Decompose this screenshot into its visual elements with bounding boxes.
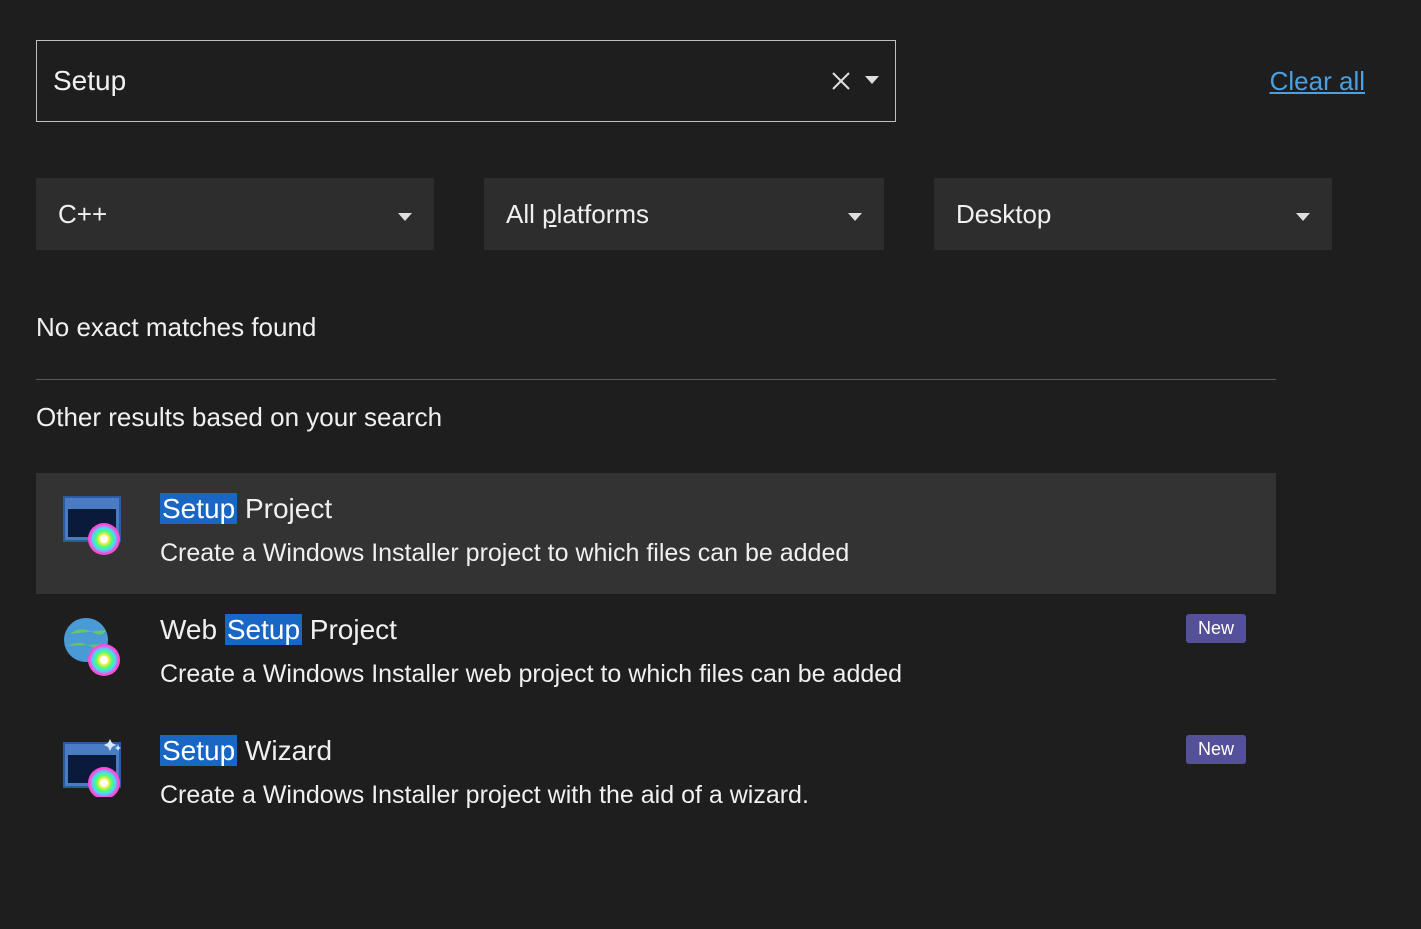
result-item-setup-wizard[interactable]: Setup Wizard Create a Windows Installer … — [36, 715, 1276, 836]
filter-platform[interactable]: All platforms — [484, 178, 884, 250]
chevron-down-icon — [398, 199, 412, 230]
installer-icon — [62, 495, 122, 555]
chevron-down-icon — [848, 199, 862, 230]
result-item-setup-project[interactable]: Setup Project Create a Windows Installer… — [36, 473, 1276, 594]
filter-project-type-label: Desktop — [956, 199, 1051, 230]
search-input[interactable] — [53, 65, 831, 97]
clear-search-icon[interactable] — [831, 71, 851, 91]
search-box[interactable] — [36, 40, 896, 122]
filter-project-type[interactable]: Desktop — [934, 178, 1332, 250]
new-badge: New — [1186, 735, 1246, 764]
web-installer-icon — [62, 616, 122, 676]
result-description: Create a Windows Installer web project t… — [160, 660, 1250, 689]
other-results-label: Other results based on your search — [36, 402, 1385, 433]
results-list: Setup Project Create a Windows Installer… — [36, 473, 1276, 836]
search-dropdown-icon[interactable] — [865, 76, 879, 86]
result-title: Setup Wizard — [160, 735, 1250, 767]
wizard-installer-icon — [62, 737, 122, 797]
clear-all-text: lear all — [1288, 66, 1365, 96]
result-title: Setup Project — [160, 493, 1250, 525]
result-item-web-setup-project[interactable]: Web Setup Project Create a Windows Insta… — [36, 594, 1276, 715]
divider — [36, 379, 1276, 380]
no-matches-label: No exact matches found — [36, 312, 1385, 343]
result-description: Create a Windows Installer project to wh… — [160, 539, 1250, 568]
new-badge: New — [1186, 614, 1246, 643]
filter-language[interactable]: C++ — [36, 178, 434, 250]
clear-all-link[interactable]: Clear all — [1270, 66, 1365, 97]
chevron-down-icon — [1296, 199, 1310, 230]
filter-platform-label: All platforms — [506, 199, 649, 230]
result-title: Web Setup Project — [160, 614, 1250, 646]
filter-language-label: C++ — [58, 199, 107, 230]
result-description: Create a Windows Installer project with … — [160, 781, 1250, 810]
